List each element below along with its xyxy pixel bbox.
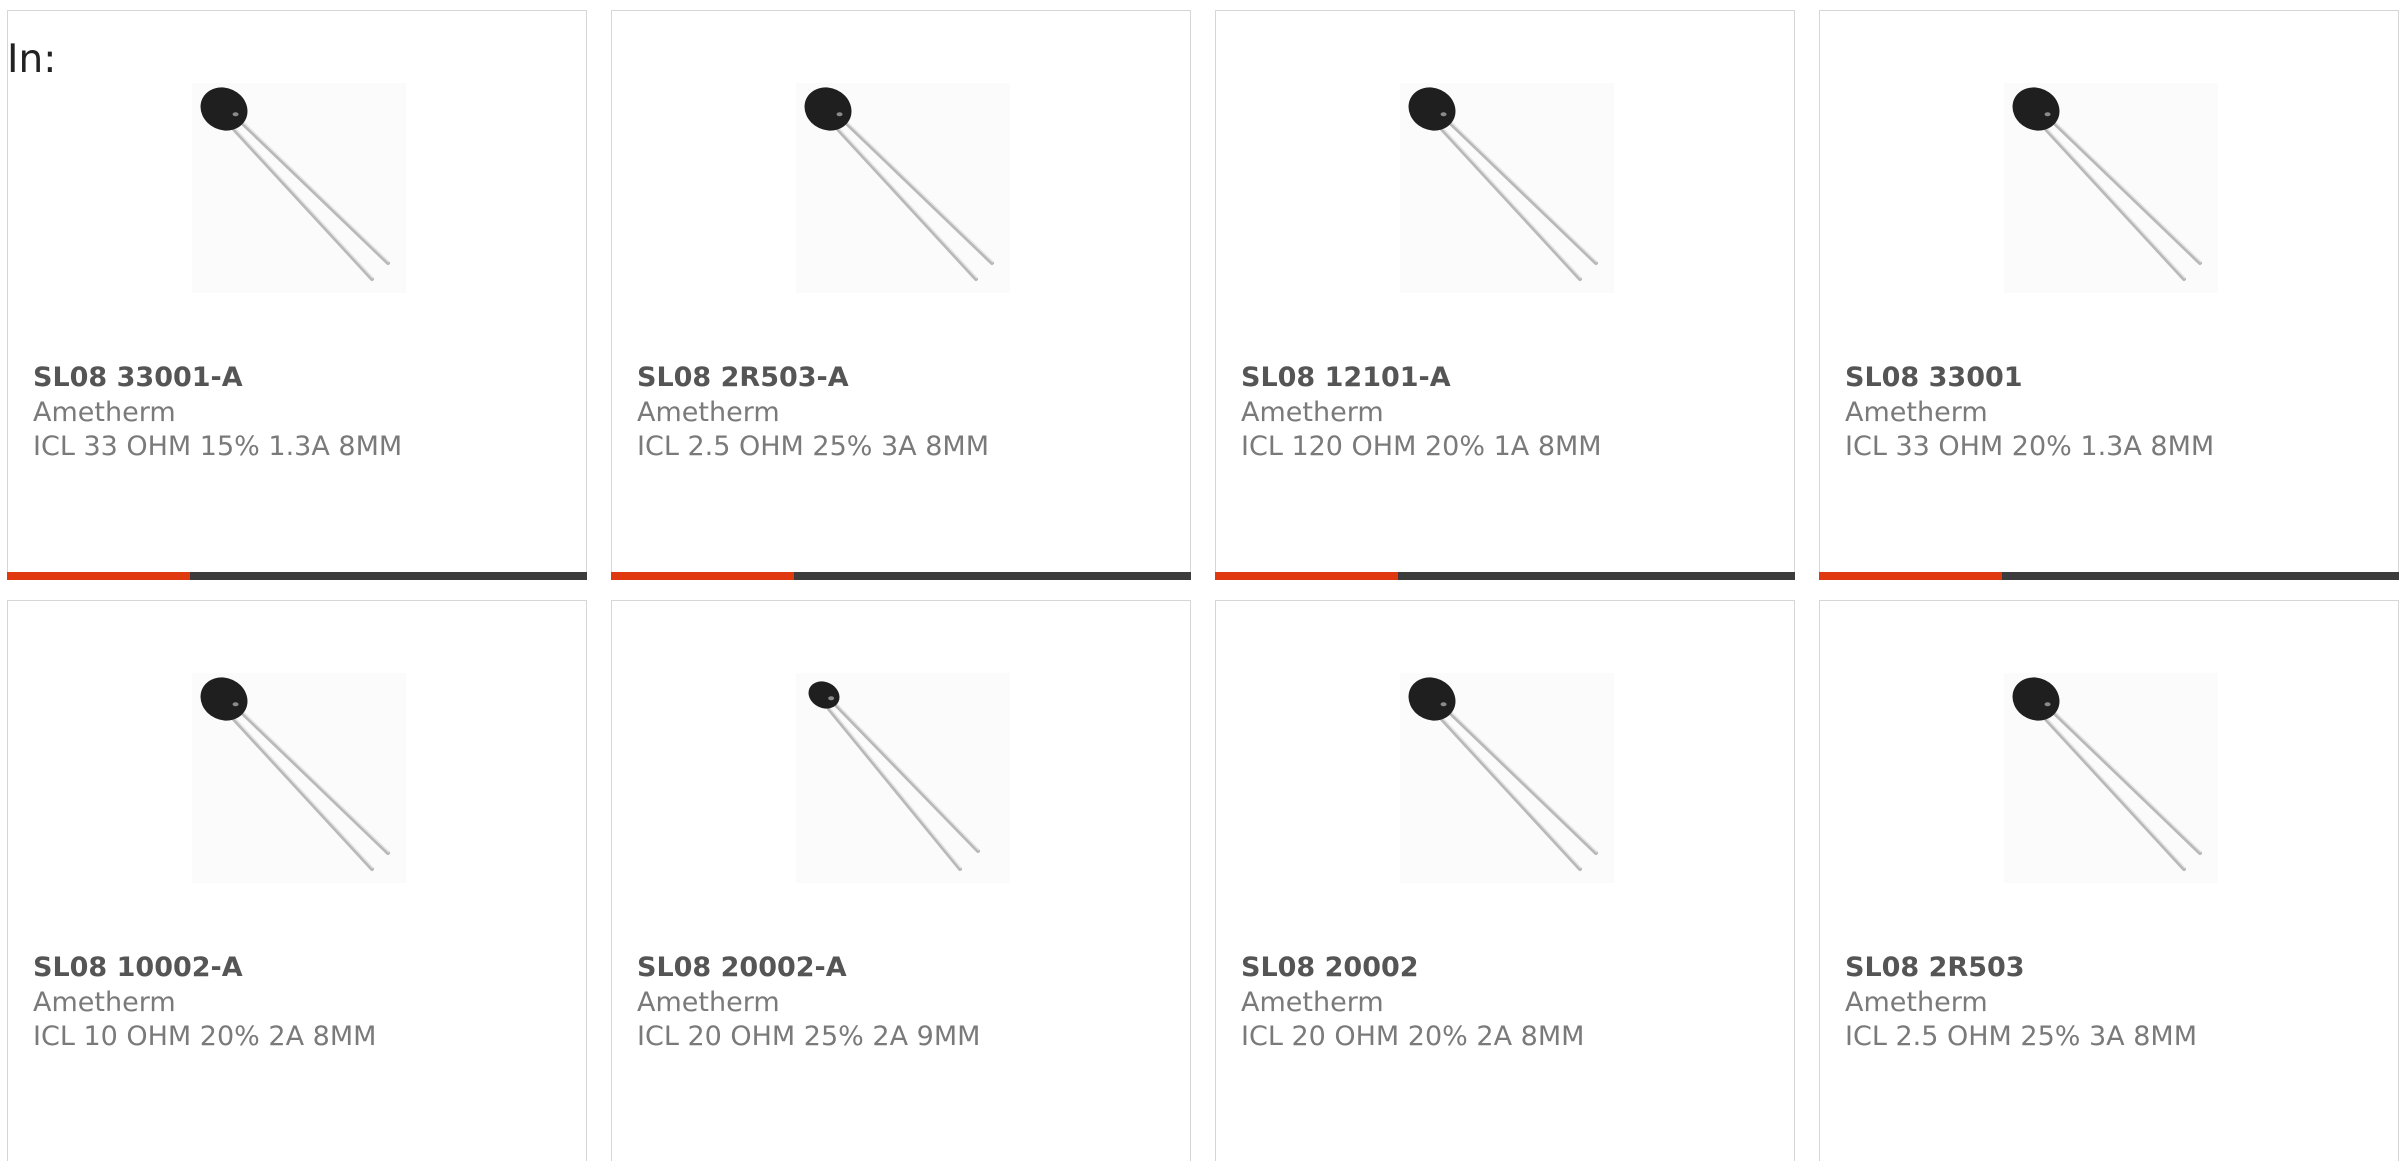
product-description: ICL 20 OHM 25% 2A 9MM [637, 1021, 981, 1052]
lead-wire-1 [1442, 115, 1598, 265]
product-part-number[interactable]: SL08 20002 [1241, 952, 1419, 983]
lead-wire-1 [2046, 115, 2202, 265]
thermistor-disc-shine [232, 702, 239, 707]
product-card[interactable]: SL08 2R503 Ametherm ICL 2.5 OHM 25% 3A 8… [1819, 600, 2399, 1161]
lead-wire-2 [2040, 713, 2186, 871]
card-accent-fill [7, 572, 190, 580]
product-manufacturer: Ametherm [33, 397, 176, 428]
lead-wire-1 [838, 115, 994, 265]
product-grid: SL08 33001-A Ametherm ICL 33 OHM 15% 1.3… [7, 10, 2400, 580]
lead-wire-highlight [230, 123, 374, 279]
card-accent-bar [1215, 572, 1795, 580]
product-description: ICL 33 OHM 15% 1.3A 8MM [33, 431, 403, 462]
lead-wire-2 [2040, 123, 2186, 281]
thermistor-disc [1408, 677, 1456, 721]
thermistor-disc [2012, 87, 2060, 131]
product-description: ICL 20 OHM 20% 2A 8MM [1241, 1021, 1585, 1052]
thermistor-icon[interactable] [2004, 673, 2218, 883]
thermistor-disc-shine [828, 696, 835, 701]
product-description: ICL 2.5 OHM 25% 3A 8MM [1845, 1021, 2197, 1052]
thermistor-disc-shine [2044, 702, 2051, 707]
thermistor-icon[interactable] [192, 83, 406, 293]
product-description: ICL 2.5 OHM 25% 3A 8MM [637, 431, 989, 462]
product-part-number[interactable]: SL08 2R503 [1845, 952, 2025, 983]
product-description: ICL 10 OHM 20% 2A 8MM [33, 1021, 377, 1052]
lead-wire-1 [832, 701, 980, 853]
product-part-number[interactable]: SL08 12101-A [1241, 362, 1451, 393]
product-description: ICL 33 OHM 20% 1.3A 8MM [1845, 431, 2215, 462]
lead-wire-1 [234, 115, 390, 265]
thermistor-disc [804, 87, 852, 131]
thermistor-icon[interactable] [796, 673, 1010, 883]
thermistor-icon[interactable] [796, 83, 1010, 293]
thermistor-icon[interactable] [192, 673, 406, 883]
product-card[interactable]: SL08 20002-A Ametherm ICL 20 OHM 25% 2A … [611, 600, 1191, 1161]
product-card[interactable]: SL08 10002-A Ametherm ICL 10 OHM 20% 2A … [7, 600, 587, 1161]
thermistor-disc [2012, 677, 2060, 721]
thermistor-disc [200, 677, 248, 721]
lead-wire-highlight [1438, 713, 1582, 869]
card-accent-bar [1819, 572, 2399, 580]
product-card[interactable]: SL08 2R503-A Ametherm ICL 2.5 OHM 25% 3A… [611, 10, 1191, 580]
product-manufacturer: Ametherm [1241, 397, 1384, 428]
card-accent-bar [7, 572, 587, 580]
thermistor-icon[interactable] [1400, 83, 1614, 293]
product-card[interactable]: SL08 33001-A Ametherm ICL 33 OHM 15% 1.3… [7, 10, 587, 580]
lead-wire-2 [832, 123, 978, 281]
product-manufacturer: Ametherm [637, 987, 780, 1018]
lead-wire-1 [234, 705, 390, 855]
lead-wire-highlight [834, 701, 980, 851]
lead-wire-2 [827, 707, 962, 871]
thermistor-disc-shine [1440, 112, 1447, 117]
thermistor-disc-shine [232, 112, 239, 117]
product-part-number[interactable]: SL08 10002-A [33, 952, 243, 983]
thermistor-disc-shine [836, 112, 843, 117]
lead-wire-highlight [236, 705, 390, 853]
card-accent-fill [1215, 572, 1398, 580]
product-grid-row-2: SL08 10002-A Ametherm ICL 10 OHM 20% 2A … [7, 600, 2400, 1161]
lead-wire-highlight [834, 123, 978, 279]
lead-wire-1 [2046, 705, 2202, 855]
lead-wire-highlight [230, 713, 374, 869]
lead-wire-highlight [1444, 115, 1598, 263]
product-part-number[interactable]: SL08 33001-A [33, 362, 243, 393]
lead-wire-highlight [1438, 123, 1582, 279]
lead-wire-2 [228, 713, 374, 871]
thermistor-icon[interactable] [1400, 673, 1614, 883]
product-manufacturer: Ametherm [1241, 987, 1384, 1018]
lead-wire-highlight [2042, 713, 2186, 869]
product-manufacturer: Ametherm [33, 987, 176, 1018]
product-results-page: In: SL08 33001-A Ametherm ICL 33 OHM 15%… [0, 0, 2400, 1162]
lead-wire-highlight [840, 115, 994, 263]
card-accent-fill [611, 572, 794, 580]
product-manufacturer: Ametherm [637, 397, 780, 428]
card-accent-fill [1819, 572, 2002, 580]
product-description: ICL 120 OHM 20% 1A 8MM [1241, 431, 1602, 462]
lead-wire-highlight [2048, 705, 2202, 853]
thermistor-disc [200, 87, 248, 131]
product-card[interactable]: SL08 20002 Ametherm ICL 20 OHM 20% 2A 8M… [1215, 600, 1795, 1161]
product-manufacturer: Ametherm [1845, 397, 1988, 428]
thermistor-disc-shine [1440, 702, 1447, 707]
lead-wire-2 [1436, 713, 1582, 871]
lead-wire-highlight [829, 707, 962, 869]
lead-wire-2 [1436, 123, 1582, 281]
filter-label: In: [7, 37, 57, 82]
lead-wire-highlight [236, 115, 390, 263]
product-card[interactable]: SL08 33001 Ametherm ICL 33 OHM 20% 1.3A … [1819, 10, 2399, 580]
product-manufacturer: Ametherm [1845, 987, 1988, 1018]
lead-wire-1 [1442, 705, 1598, 855]
thermistor-disc-shine [2044, 112, 2051, 117]
product-part-number[interactable]: SL08 33001 [1845, 362, 2023, 393]
lead-wire-2 [228, 123, 374, 281]
product-card[interactable]: SL08 12101-A Ametherm ICL 120 OHM 20% 1A… [1215, 10, 1795, 580]
thermistor-icon[interactable] [2004, 83, 2218, 293]
product-part-number[interactable]: SL08 2R503-A [637, 362, 849, 393]
card-accent-bar [611, 572, 1191, 580]
lead-wire-highlight [1444, 705, 1598, 853]
thermistor-disc [1408, 87, 1456, 131]
lead-wire-highlight [2042, 123, 2186, 279]
product-part-number[interactable]: SL08 20002-A [637, 952, 847, 983]
lead-wire-highlight [2048, 115, 2202, 263]
